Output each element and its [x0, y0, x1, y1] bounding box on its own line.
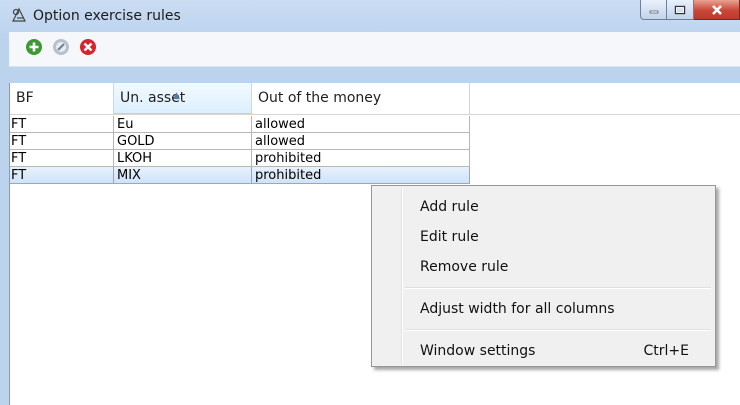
caption-buttons	[640, 0, 740, 22]
cell-asset: MIX	[114, 167, 252, 184]
column-header-asset[interactable]: ▲ Un. asset	[114, 83, 252, 114]
menu-item-edit-rule[interactable]: Edit rule	[374, 224, 713, 250]
menu-item-window-settings[interactable]: Window settings Ctrl+E	[374, 338, 713, 364]
shortcut-label: Ctrl+E	[643, 343, 690, 359]
sort-ascending-icon: ▲	[173, 91, 180, 101]
table-row[interactable]: FT Eu allowed	[10, 116, 470, 133]
toolbar	[9, 32, 740, 67]
maximize-icon	[674, 5, 686, 14]
table-row[interactable]: FT LKOH prohibited	[10, 150, 470, 167]
cell-asset: LKOH	[114, 150, 252, 167]
edit-icon[interactable]	[52, 38, 70, 56]
table-header: BF ▲ Un. asset Out of the money	[10, 83, 740, 115]
menu-separator	[405, 287, 711, 289]
cell-otm: prohibited	[252, 150, 470, 167]
close-icon	[711, 4, 722, 15]
minimize-button[interactable]	[640, 0, 667, 20]
cell-asset: GOLD	[114, 133, 252, 150]
title-bar[interactable]: Option exercise rules	[0, 0, 740, 32]
menu-separator	[405, 329, 711, 331]
table-row[interactable]: FT GOLD allowed	[10, 133, 470, 150]
cell-asset: Eu	[114, 116, 252, 133]
option-rules-icon	[11, 7, 27, 23]
cell-otm: prohibited	[252, 167, 470, 184]
column-header-otm[interactable]: Out of the money	[252, 83, 470, 114]
cell-bf: FT	[10, 167, 114, 184]
menu-item-add-rule[interactable]: Add rule	[374, 194, 713, 220]
table-row-selected[interactable]: FT MIX prohibited	[10, 167, 470, 184]
cell-otm: allowed	[252, 116, 470, 133]
delete-icon[interactable]	[79, 38, 97, 56]
cell-bf: FT	[10, 116, 114, 133]
cell-bf: FT	[10, 150, 114, 167]
menu-item-remove-rule[interactable]: Remove rule	[374, 254, 713, 280]
menu-item-adjust-width[interactable]: Adjust width for all columns	[374, 296, 713, 322]
cell-bf: FT	[10, 133, 114, 150]
minimize-icon	[649, 10, 658, 13]
close-button[interactable]	[694, 0, 740, 20]
maximize-button[interactable]	[667, 0, 694, 20]
cell-otm: allowed	[252, 133, 470, 150]
column-header-bf[interactable]: BF	[10, 83, 114, 114]
context-menu: Add rule Edit rule Remove rule Adjust wi…	[371, 185, 716, 367]
add-icon[interactable]	[25, 38, 43, 56]
window-title: Option exercise rules	[33, 8, 181, 24]
